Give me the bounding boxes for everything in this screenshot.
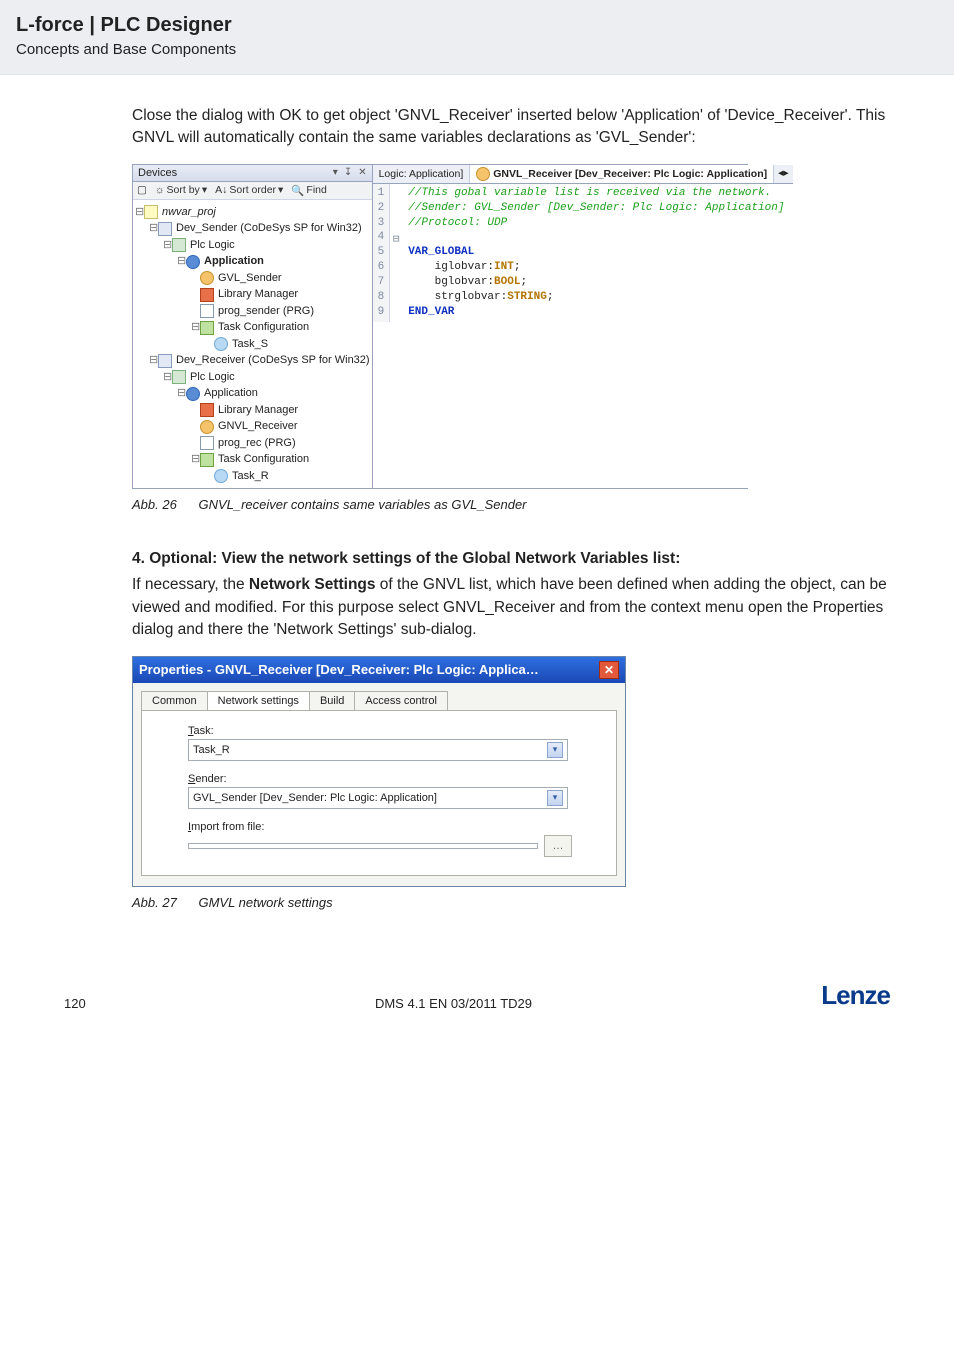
editor-panel: Logic: Application] GNVL_Receiver [Dev_R… [373,165,793,489]
import-label: Import from file: [188,821,596,833]
tree-dev-receiver[interactable]: Dev_Receiver (CoDeSys SP for Win32) [176,352,370,369]
code-kw-varglobal: VAR_GLOBAL [408,246,474,258]
dialog-panel: Task: Task_R ▾ Sender: GVL_Sender [Dev_S… [141,710,617,876]
tab-network-settings[interactable]: Network settings [207,691,310,710]
tab-access-control[interactable]: Access control [354,691,448,710]
document-id: DMS 4.1 EN 03/2011 TD29 [375,996,532,1011]
tree-prog-rec[interactable]: prog_rec (PRG) [218,435,296,452]
tree-project[interactable]: nwvar_proj [162,204,216,221]
device-icon [158,222,172,236]
task-select[interactable]: Task_R ▾ [188,739,568,761]
new-icon[interactable]: ▢ [137,184,147,197]
devices-title-bar: Devices ▾ ↧ ✕ [133,165,372,182]
prg-icon [200,304,214,318]
chevron-down-icon[interactable]: ▾ [547,742,563,758]
sort-order-button[interactable]: A↓ Sort order ▾ [215,184,283,197]
taskconfig-icon [200,453,214,467]
tree-plc-logic[interactable]: Plc Logic [190,237,235,254]
tab-scroll-icon[interactable]: ◂▸ [774,165,793,183]
app-icon [186,387,200,401]
sender-value: GVL_Sender [Dev_Sender: Plc Logic: Appli… [193,792,437,804]
tree-gvl-sender[interactable]: GVL_Sender [218,270,282,287]
tab-common[interactable]: Common [141,691,208,710]
panel-dropdown-icon[interactable]: ▾ [333,167,338,178]
import-input[interactable] [188,843,538,849]
sender-select[interactable]: GVL_Sender [Dev_Sender: Plc Logic: Appli… [188,787,568,809]
tree-application[interactable]: Application [204,253,264,270]
dialog-title: Properties - GNVL_Receiver [Dev_Receiver… [139,662,539,677]
code-editor[interactable]: 123456789 ⊟ //This gobal variable list i… [373,184,793,322]
devices-title: Devices [138,167,177,179]
caption-26: Abb. 26 GNVL_receiver contains same vari… [132,497,894,512]
tree-dev-sender[interactable]: Dev_Sender (CoDeSys SP for Win32) [176,220,362,237]
page-number: 120 [64,996,86,1011]
task-icon [214,337,228,351]
gvl-icon [200,271,214,285]
plc-icon [172,238,186,252]
task-label: Task: [188,725,596,737]
panel-close-icon[interactable]: ✕ [358,167,366,178]
caption-26-text: GNVL_receiver contains same variables as… [198,497,526,512]
caption-27-text: GMVL network settings [198,895,332,910]
dialog-title-bar: Properties - GNVL_Receiver [Dev_Receiver… [133,657,625,683]
close-icon[interactable]: ✕ [599,661,619,679]
gvl-icon [476,167,490,181]
devices-panel: Devices ▾ ↧ ✕ ▢ ☼ Sort by ▾ A↓ Sort orde… [133,165,373,489]
section-4-title: 4. Optional: View the network settings o… [132,550,894,568]
paragraph-intro: Close the dialog with OK to get object '… [132,105,894,150]
sender-label: Sender: [188,773,596,785]
ide-screenshot: Devices ▾ ↧ ✕ ▢ ☼ Sort by ▾ A↓ Sort orde… [132,164,748,490]
dialog-tabs: Common Network settings Build Access con… [141,691,625,710]
paragraph-section4: If necessary, the Network Settings of th… [132,574,894,641]
gvl-icon [200,420,214,434]
tree-library-manager[interactable]: Library Manager [218,286,298,303]
task-icon [214,469,228,483]
caption-27-num: Abb. 27 [132,895,177,910]
tree-gnvl-receiver[interactable]: GNVL_Receiver [218,418,297,435]
chevron-down-icon[interactable]: ▾ [547,790,563,806]
devices-toolbar: ▢ ☼ Sort by ▾ A↓ Sort order ▾ 🔍 Find [133,182,372,200]
browse-button[interactable]: … [544,835,572,857]
line-numbers: 123456789 [373,184,391,322]
tree-plc-logic-2[interactable]: Plc Logic [190,369,235,386]
tab-build[interactable]: Build [309,691,355,710]
find-button[interactable]: 🔍 Find [291,184,327,197]
devices-tree: ⊟nwvar_proj ⊟Dev_Sender (CoDeSys SP for … [133,200,372,489]
header-subtitle: Concepts and Base Components [16,41,938,58]
taskconfig-icon [200,321,214,335]
tree-task-s[interactable]: Task_S [232,336,268,353]
tree-application-2[interactable]: Application [204,385,258,402]
caption-26-num: Abb. 26 [132,497,177,512]
lenze-logo: Lenze [821,980,890,1011]
tab-inactive[interactable]: Logic: Application] [373,165,471,183]
panel-pin-icon[interactable]: ↧ [344,167,352,178]
page-header: L-force | PLC Designer Concepts and Base… [0,0,954,75]
properties-dialog: Properties - GNVL_Receiver [Dev_Receiver… [132,656,626,887]
prg-icon [200,436,214,450]
tree-task-r[interactable]: Task_R [232,468,269,485]
editor-tabs: Logic: Application] GNVL_Receiver [Dev_R… [373,165,793,184]
task-value: Task_R [193,744,230,756]
device-icon [158,354,172,368]
caption-27: Abb. 27 GMVL network settings [132,895,894,910]
tree-task-config[interactable]: Task Configuration [218,319,309,336]
tree-library-manager-2[interactable]: Library Manager [218,402,298,419]
figure-26: Devices ▾ ↧ ✕ ▢ ☼ Sort by ▾ A↓ Sort orde… [132,164,894,490]
sort-by-button[interactable]: ☼ Sort by ▾ [155,184,207,197]
project-icon [144,205,158,219]
tree-task-config-2[interactable]: Task Configuration [218,451,309,468]
library-icon [200,403,214,417]
app-icon [186,255,200,269]
page-footer: 120 DMS 4.1 EN 03/2011 TD29 Lenze [60,980,894,1011]
header-title: L-force | PLC Designer [16,14,938,37]
code-line-3: //Protocol: UDP [408,216,784,231]
tab-active[interactable]: GNVL_Receiver [Dev_Receiver: Plc Logic: … [470,165,774,183]
fold-column[interactable]: ⊟ [390,184,402,322]
plc-icon [172,370,186,384]
library-icon [200,288,214,302]
code-kw-endvar: END_VAR [408,306,454,318]
code-line-2: //Sender: GVL_Sender [Dev_Sender: Plc Lo… [408,201,784,216]
code-line-1: //This gobal variable list is received v… [408,186,784,201]
tree-prog-sender[interactable]: prog_sender (PRG) [218,303,314,320]
